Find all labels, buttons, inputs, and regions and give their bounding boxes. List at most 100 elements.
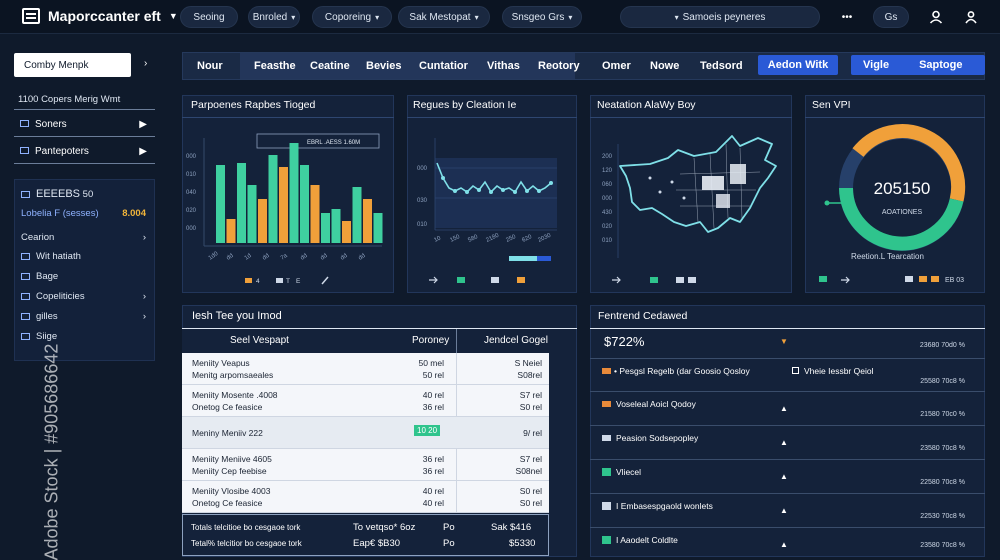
bar-chart-title: Parpoenes Rapbes Tioged — [191, 99, 316, 111]
app-logo-icon — [22, 8, 40, 24]
sidebar-item-label: Pantepoters — [35, 145, 89, 157]
svg-text:1d: 1d — [244, 253, 253, 262]
cell-text: S0 rel — [519, 402, 542, 412]
caret-up-icon: ▲ — [780, 472, 788, 481]
tab-nour[interactable]: Nour — [197, 53, 223, 79]
bar — [331, 209, 341, 243]
sidebar-item-soners[interactable]: Soners ▶ — [14, 112, 155, 136]
cell-text: S0 rel — [519, 486, 542, 496]
toggle-button[interactable]: Gs — [873, 6, 909, 28]
y-tick: 430 — [602, 210, 613, 216]
panel-row-gilles[interactable]: gilles › — [21, 311, 146, 322]
bar — [258, 199, 267, 243]
panel-row-wit-hatiath[interactable]: Wit hatiath — [21, 251, 146, 262]
bar — [289, 143, 299, 243]
svg-text:dd: dd — [358, 253, 367, 262]
bar — [268, 155, 278, 243]
user-icon[interactable] — [925, 7, 947, 27]
svg-text:dd: dd — [320, 253, 329, 262]
nav-item-seoing[interactable]: Seoing — [180, 6, 238, 28]
chevron-right-icon[interactable]: › — [144, 58, 147, 69]
nav-label: Coporeing — [324, 11, 372, 23]
nav-label: Sak Mestopat — [409, 11, 471, 23]
feed-item[interactable]: Voseleal Aoicl Qodoy ▲ 21580 70c0 % — [590, 392, 985, 426]
feed-item-time: 22530 70c8 % — [920, 513, 965, 520]
table-row[interactable]: Meniity Meniive 4605 Meniity Cep feebise … — [182, 449, 549, 481]
cell-text: Meniity Vlosibe 4003 — [192, 486, 271, 496]
legend-swatch — [905, 276, 913, 282]
y-tick: 010 — [417, 222, 428, 228]
tab-bevies[interactable]: Bevies — [366, 53, 401, 79]
table-row[interactable]: Meniity Vlosibe 4003 Onetog Ce feasice 40… — [182, 481, 549, 513]
panel-row-copeliticies[interactable]: Copeliticies › — [21, 291, 146, 302]
caret-down-icon: ▼ — [780, 337, 788, 346]
account-icon[interactable] — [960, 7, 982, 27]
feed-item-time: 25580 70c8 % — [920, 378, 965, 385]
table-footer: Totals telcitioe bo cesgaoe tork Tetal% … — [182, 514, 549, 556]
panel-row-label: Cearion — [21, 232, 55, 243]
chevron-down-icon: ▾ — [568, 12, 573, 22]
svg-text:dd: dd — [300, 253, 309, 262]
feed-item[interactable]: I Aaodelt Coldlte ▲ 23580 70c8 % — [590, 528, 985, 560]
x-tick: 2180 — [485, 232, 500, 243]
panel-row-cearion[interactable]: Cearion › — [21, 232, 146, 243]
feed-headline: $722% — [604, 334, 645, 349]
app-logo[interactable]: Maporccanter eft ▼ — [22, 8, 178, 24]
bar — [352, 187, 362, 243]
table-row[interactable]: Meniity Mosente .4008 Onetog Ce feasice 4… — [182, 385, 549, 417]
tab-ceatine[interactable]: Ceatine — [310, 53, 350, 79]
table-row-selected[interactable]: Meniny Meniiv 222 10 20 9/ rel — [182, 417, 549, 449]
tab-cuntatior[interactable]: Cuntatior — [419, 53, 468, 79]
footer-value: Eap€ $B30 — [353, 538, 401, 549]
panel-row-siige[interactable]: Siige — [21, 331, 146, 342]
folder-icon — [20, 146, 29, 154]
chevron-down-icon: ▾ — [375, 12, 380, 22]
legend-swatch — [931, 276, 939, 282]
sidebar-item-pantepoters[interactable]: Pantepoters ▶ — [14, 139, 155, 163]
column-header[interactable]: Seel Vespapt — [230, 335, 289, 346]
tab-omer[interactable]: Omer — [602, 53, 631, 79]
bar — [237, 163, 246, 243]
tab-group-vigle[interactable]: Vigle Saptoge — [851, 55, 985, 75]
feed-item[interactable]: Vliecel ▲ 22580 70c8 % — [590, 460, 985, 494]
feed-item[interactable]: • Pesgsl Regelb (dar Goosio Qosloy Vheie… — [590, 358, 985, 392]
nav-item-coporeing[interactable]: Coporeing ▾ — [312, 6, 392, 28]
more-icon[interactable]: ••• — [836, 7, 858, 27]
tab-feasthe[interactable]: Feasthe — [254, 53, 296, 79]
svg-text:000: 000 — [186, 154, 197, 160]
bar — [321, 213, 330, 243]
tab-saptoge[interactable]: Saptoge — [919, 59, 962, 71]
feed-item[interactable]: Peasion Sodsepopley ▲ 23580 70c8 % — [590, 426, 985, 460]
nav-label: Snsgeo Grs — [511, 11, 565, 23]
tab-tedsord[interactable]: Tedsord — [700, 53, 743, 79]
x-tick: 10 — [433, 235, 442, 244]
nav-item-bnroled[interactable]: Bnroled ▾ — [248, 6, 300, 28]
feed-title: Fentrend Cedawed — [598, 310, 688, 322]
column-header[interactable]: Jendcel Gogel — [484, 335, 548, 346]
nav-item-snsgeo[interactable]: Snsgeo Grs ▾ — [502, 6, 582, 28]
tab-vithas[interactable]: Vithas — [487, 53, 520, 79]
legend-swatch — [457, 277, 465, 283]
cell-text: 40 rel — [422, 498, 444, 508]
feed-item[interactable]: I Embasespgaold wonlets ▲ 22530 70c8 % — [590, 494, 985, 528]
search-dropdown[interactable]: ▾ Samoeis peyneres — [620, 6, 820, 28]
tab-reotory[interactable]: Reotory — [538, 53, 580, 79]
expand-icon — [321, 276, 329, 285]
legend-swatch — [517, 277, 525, 283]
feed-item-time: 21580 70c0 % — [920, 411, 965, 418]
bullet-icon — [21, 272, 30, 280]
legend-swatch — [676, 277, 684, 283]
tab-aedon-witk[interactable]: Aedon Witk — [758, 55, 838, 75]
feed-list: $722% ▼ 23680 70d0 % • Pesgsl Regelb (da… — [590, 330, 985, 556]
divider — [14, 163, 155, 164]
column-header[interactable]: Poroney — [412, 335, 449, 346]
tab-vigle[interactable]: Vigle — [863, 59, 889, 71]
company-button[interactable]: Comby Menpk — [14, 53, 131, 77]
feed-item-label: I Embasespgaold wonlets — [616, 501, 713, 511]
arrow-icon — [612, 276, 621, 284]
tab-nowe[interactable]: Nowe — [650, 53, 679, 79]
nav-item-sak-mestopat[interactable]: Sak Mestopat ▾ — [398, 6, 490, 28]
x-tick: 150 — [449, 234, 461, 244]
panel-row-bage[interactable]: Bage — [21, 271, 146, 282]
table-row[interactable]: Meniity Veapus Menitg arpomsaeales 50 mel… — [182, 353, 549, 385]
